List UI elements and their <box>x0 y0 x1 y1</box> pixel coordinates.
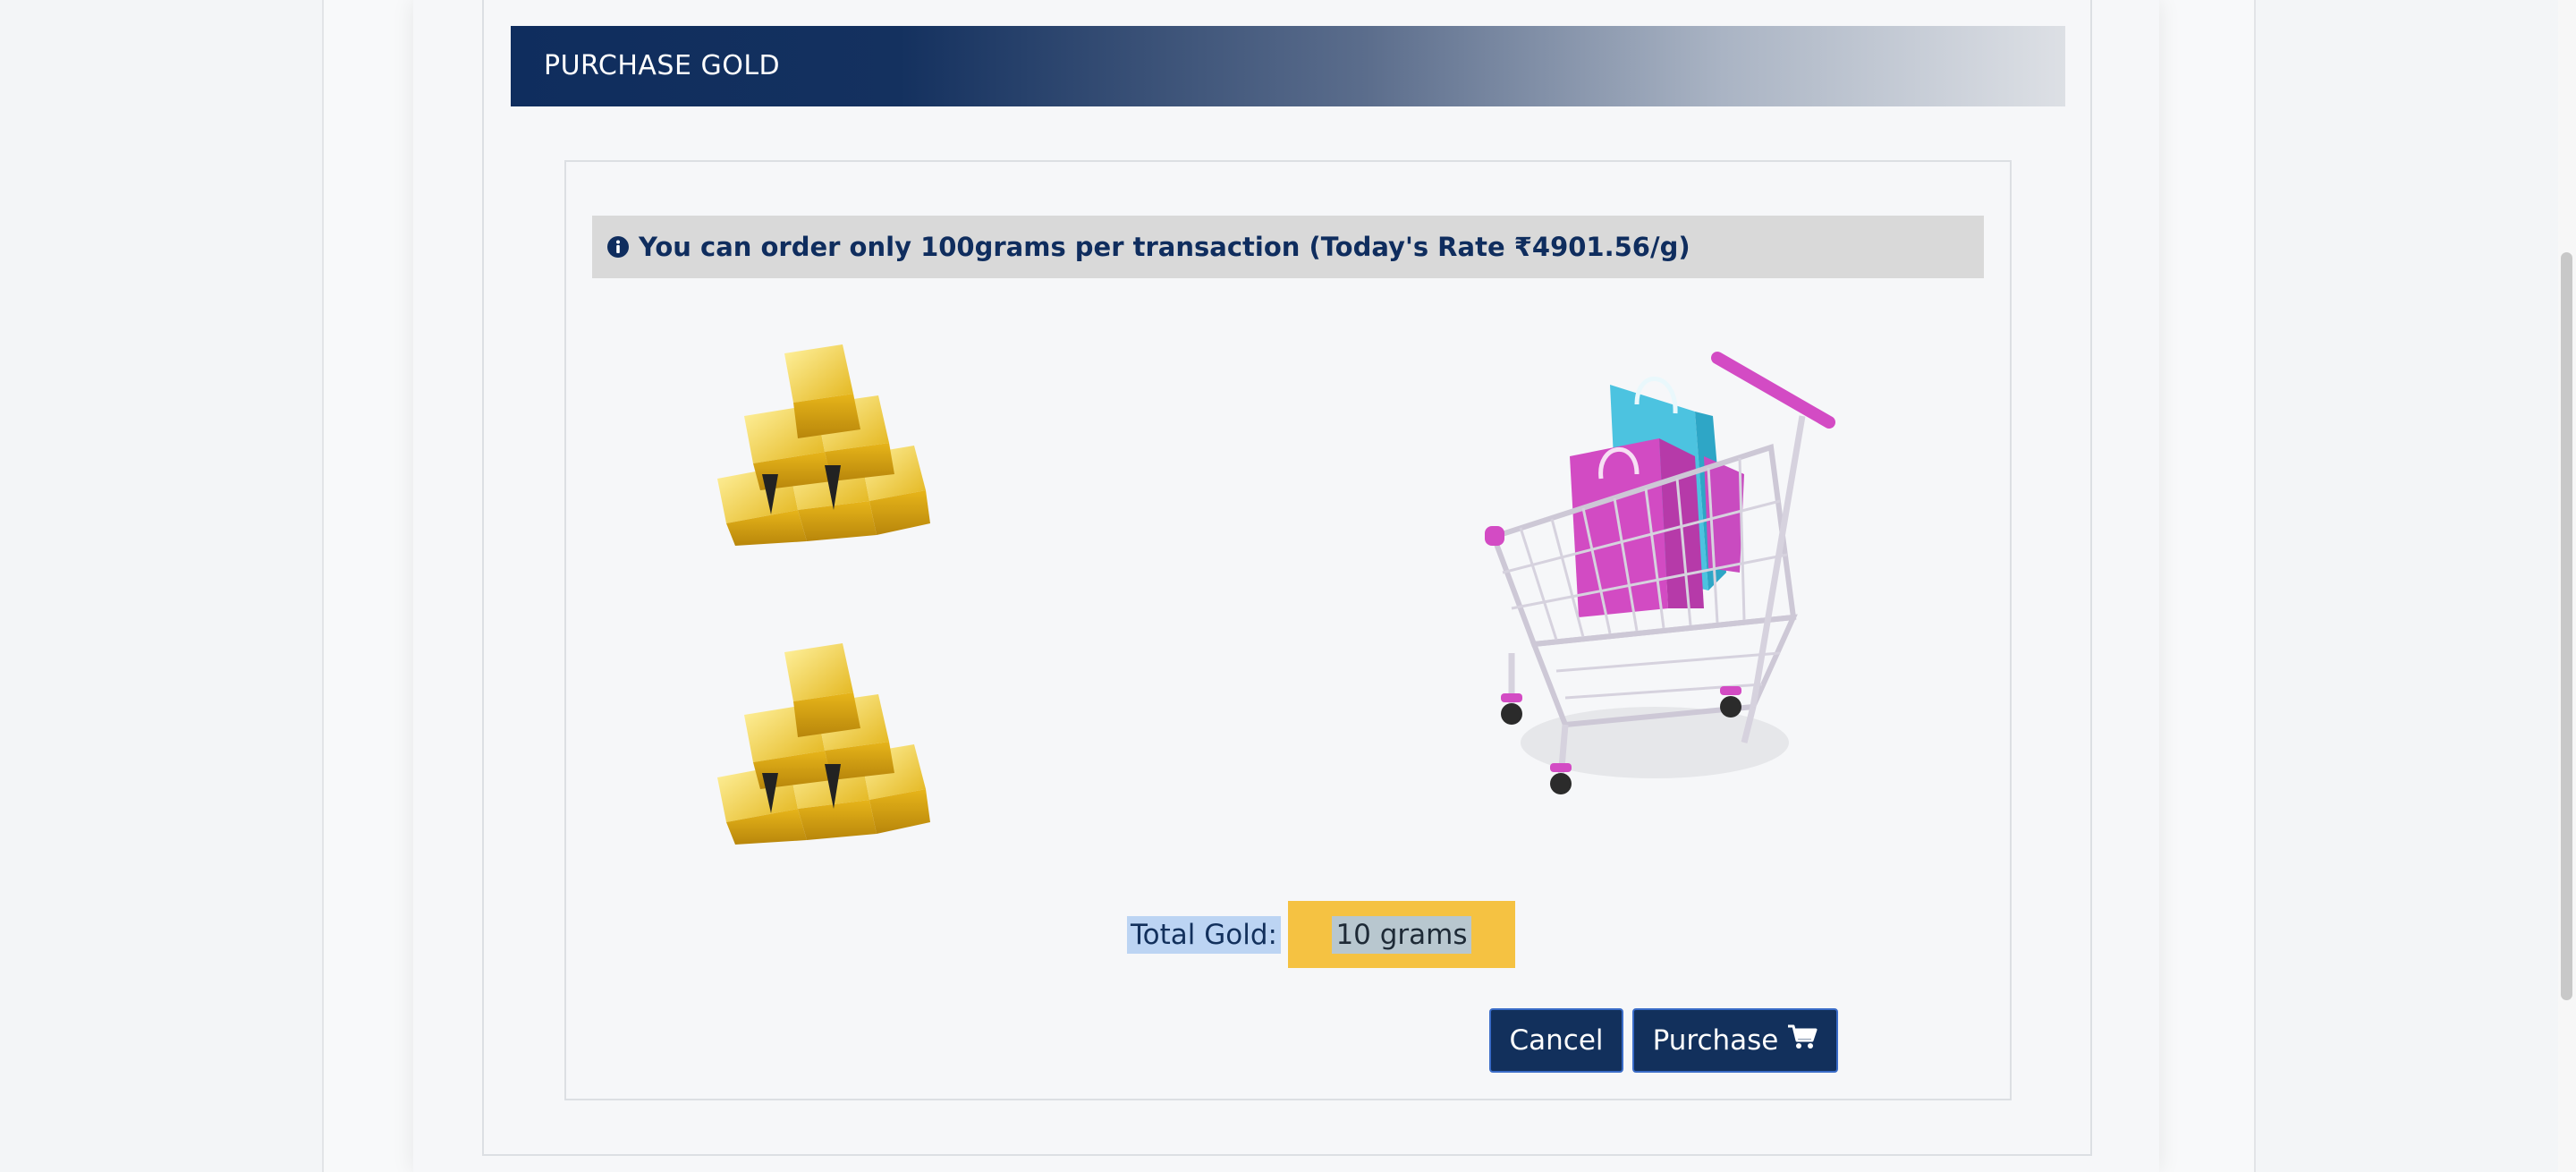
purchase-button[interactable]: Purchase <box>1632 1008 1838 1073</box>
total-gold-label: Total Gold: <box>1127 916 1281 954</box>
cancel-button-label: Cancel <box>1509 1024 1604 1057</box>
info-circle-icon <box>606 235 630 259</box>
purchase-gold-header: PURCHASE GOLD <box>511 26 2065 106</box>
shopping-cart-with-bags-icon <box>1485 349 1843 805</box>
total-gold-display: 10 grams <box>1288 901 1515 968</box>
transaction-limit-text: You can order only 100grams per transact… <box>639 232 1690 262</box>
cancel-button[interactable]: Cancel <box>1489 1008 1623 1073</box>
scrollbar-thumb[interactable] <box>2561 252 2572 1000</box>
info-banner: You can order only 100grams per transact… <box>592 216 1984 278</box>
gold-bars-icon <box>708 630 932 845</box>
total-gold-value: 10 grams <box>1332 915 1471 954</box>
page-title: PURCHASE GOLD <box>544 50 781 81</box>
gold-bars-icon <box>708 331 932 546</box>
purchase-button-label: Purchase <box>1652 1024 1779 1057</box>
cart-icon <box>1787 1023 1818 1057</box>
